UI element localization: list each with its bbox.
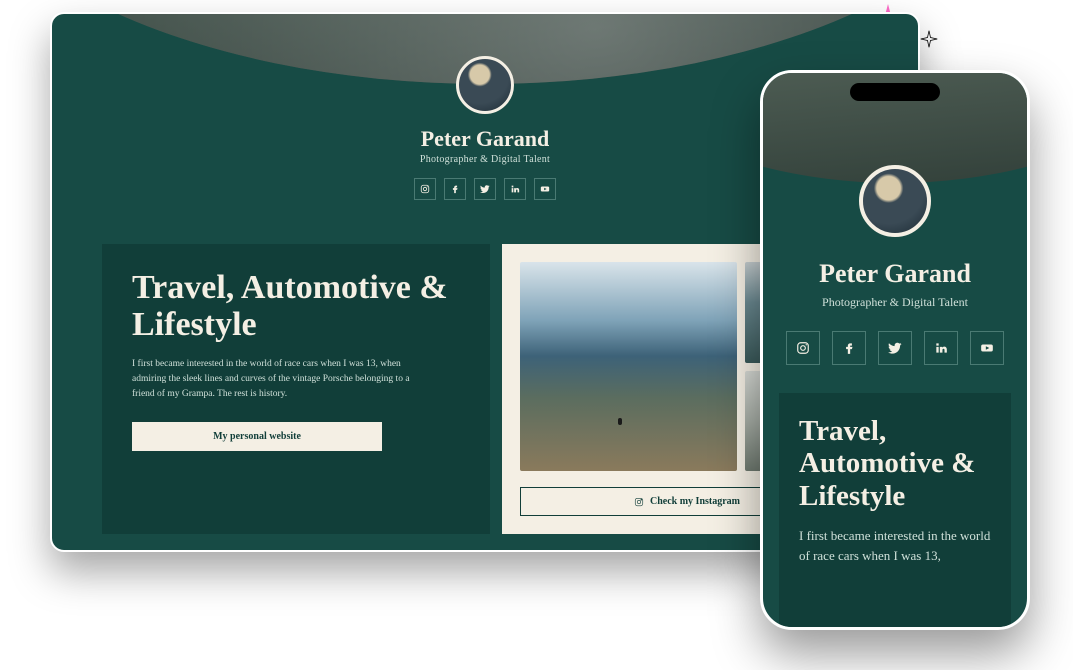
- instagram-icon[interactable]: [786, 331, 820, 365]
- avatar: [859, 165, 931, 237]
- bio-text: I first became interested in the world o…: [132, 357, 432, 401]
- headline: Travel, Automotive & Lifestyle: [799, 415, 991, 512]
- instagram-button-label: Check my Instagram: [650, 496, 740, 507]
- facebook-icon[interactable]: [832, 331, 866, 365]
- twitter-icon[interactable]: [474, 178, 496, 200]
- social-links: [763, 331, 1027, 365]
- sparkle-icon: [920, 30, 938, 48]
- bio-text: I first became interested in the world o…: [799, 526, 991, 565]
- content-panel: Travel, Automotive & Lifestyle I first b…: [779, 393, 1011, 627]
- linkedin-icon[interactable]: [504, 178, 526, 200]
- mobile-preview: Peter Garand Photographer & Digital Tale…: [760, 70, 1030, 630]
- gallery-image: [520, 262, 737, 471]
- profile-subtitle: Photographer & Digital Talent: [763, 295, 1027, 310]
- profile-name: Peter Garand: [763, 259, 1027, 289]
- twitter-icon[interactable]: [878, 331, 912, 365]
- avatar: [456, 56, 514, 114]
- linkedin-icon[interactable]: [924, 331, 958, 365]
- content-panel: Travel, Automotive & Lifestyle I first b…: [102, 244, 490, 534]
- facebook-icon[interactable]: [444, 178, 466, 200]
- instagram-icon: [634, 497, 644, 507]
- phone-notch: [850, 83, 940, 101]
- youtube-icon[interactable]: [534, 178, 556, 200]
- headline: Travel, Automotive & Lifestyle: [132, 270, 460, 343]
- instagram-icon[interactable]: [414, 178, 436, 200]
- website-button[interactable]: My personal website: [132, 422, 382, 451]
- youtube-icon[interactable]: [970, 331, 1004, 365]
